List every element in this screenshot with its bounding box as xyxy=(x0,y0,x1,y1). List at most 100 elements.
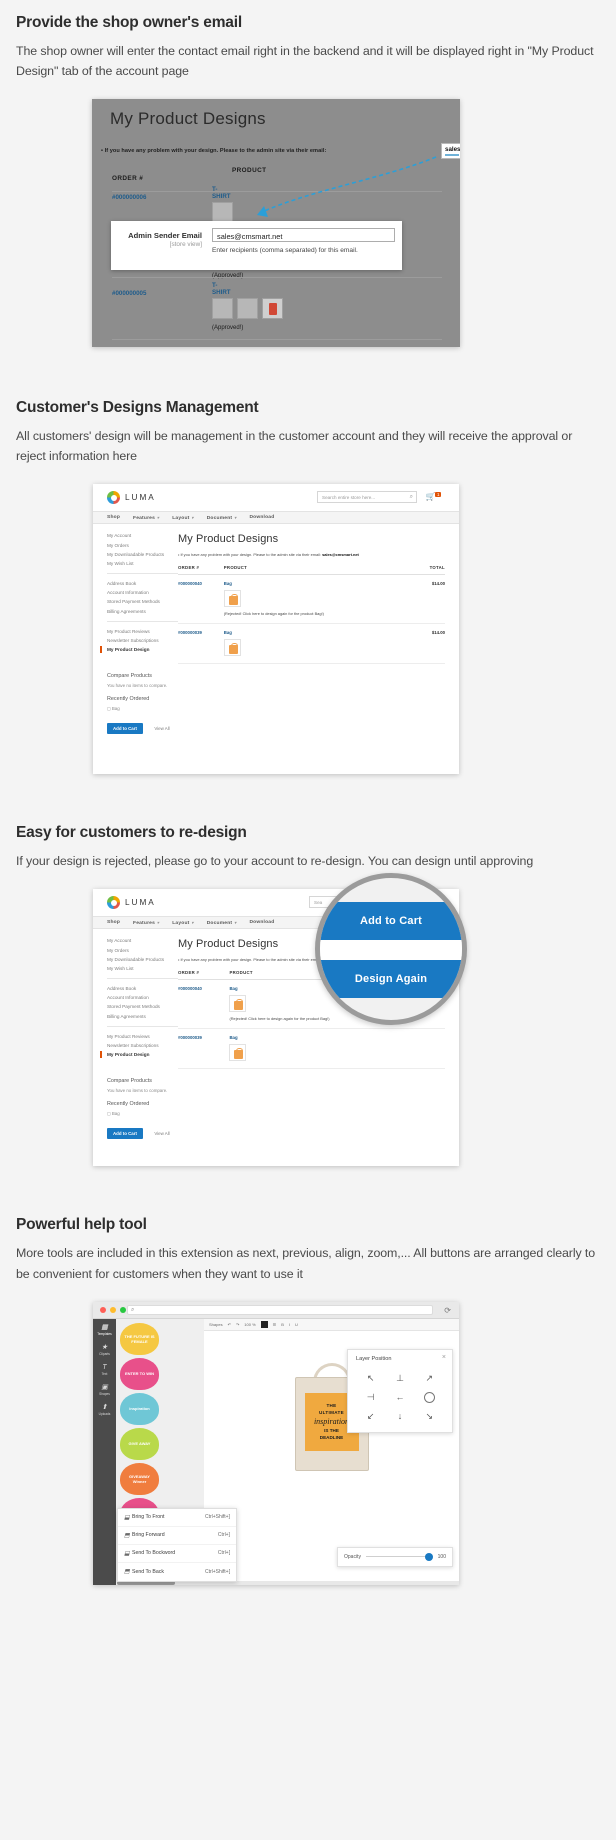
rail-item-shapes[interactable]: ▣ Shapes xyxy=(99,1383,110,1396)
maximize-icon[interactable] xyxy=(120,1307,126,1314)
rail-item-templates[interactable]: ▦ Templates xyxy=(97,1323,112,1336)
sidebar-item-address-book[interactable]: Address Book xyxy=(107,581,178,586)
search-input[interactable]: Search entire store here... xyxy=(317,491,417,504)
sidebar-item-downloadable[interactable]: My Downloadable Products xyxy=(107,552,178,557)
shot1-row1-order[interactable]: #000000006 xyxy=(112,194,146,201)
align-top-center-icon[interactable]: ⊥ xyxy=(396,1373,404,1384)
sidebar-item-newsletter[interactable]: Newsletter Subscriptions xyxy=(107,1043,178,1048)
nav-item-layout[interactable]: Layout ▾ xyxy=(172,515,193,521)
row-product[interactable]: Bag xyxy=(224,630,232,635)
undo-icon[interactable]: ↶ xyxy=(228,1322,231,1327)
nav-item-features[interactable]: Features ▾ xyxy=(133,515,159,521)
nav-item-download[interactable]: Download xyxy=(249,515,274,520)
sidebar-item-billing-agreements[interactable]: Billing Agreements xyxy=(107,609,178,614)
sidebar-item-wishlist[interactable]: My Wish List xyxy=(107,966,178,971)
opacity-slider-knob[interactable] xyxy=(424,1552,433,1561)
row-order[interactable]: #000000039 xyxy=(178,1028,230,1070)
rail-item-text[interactable]: T Text xyxy=(102,1363,108,1376)
search-icon[interactable]: ⌕ xyxy=(410,494,413,501)
sidebar-item-address-book[interactable]: Address Book xyxy=(107,986,178,991)
clipart-item[interactable]: GIVE AWAY xyxy=(120,1427,159,1460)
sidebar-item-payment-methods[interactable]: Stored Payment Methods xyxy=(107,1004,178,1009)
align-top-left-icon[interactable]: ↖ xyxy=(367,1373,375,1384)
add-to-cart-button[interactable]: Add to Cart xyxy=(107,723,143,735)
align-left-icon[interactable]: ☰ xyxy=(273,1322,277,1327)
clipart-item[interactable]: ENTER TO WIN xyxy=(120,1357,159,1390)
align-top-right-icon[interactable]: ↗ xyxy=(426,1373,434,1384)
sidebar-item-account-info[interactable]: Account Information xyxy=(107,995,178,1000)
design-canvas[interactable]: Shapes ↶ ↷ 100 % ☰ B I U THE ULTIMATE in… xyxy=(204,1318,459,1585)
sidebar-item-my-product-design[interactable]: My Product Design xyxy=(100,645,178,653)
sidebar-item-account-info[interactable]: Account Information xyxy=(107,590,178,595)
italic-icon[interactable]: I xyxy=(289,1322,290,1327)
design-thumbnail[interactable] xyxy=(223,639,241,657)
menu-item-bring-to-front[interactable]: ⬓ Bring To Front Ctrl+Shift+] xyxy=(118,1509,236,1527)
add-to-cart-button[interactable]: Add to Cart xyxy=(107,1128,143,1140)
nav-item-features[interactable]: Features ▾ xyxy=(133,920,159,926)
nav-item-shop[interactable]: Shop xyxy=(107,515,120,520)
toolbar-shapes-label[interactable]: Shapes xyxy=(209,1322,223,1327)
design-thumbnail[interactable] xyxy=(229,995,247,1013)
menu-item-send-backward[interactable]: ⬓ Send To Bockword Ctrl+[ xyxy=(118,1545,236,1563)
sidebar-item-product-reviews[interactable]: My Product Reviews xyxy=(107,1034,178,1039)
minimize-icon[interactable] xyxy=(110,1307,116,1314)
bold-icon[interactable]: B xyxy=(281,1322,284,1327)
admin-sender-email-input[interactable]: sales@cmsmart.net xyxy=(212,228,395,243)
nav-item-layout[interactable]: Layout ▾ xyxy=(172,920,193,926)
clipart-item[interactable]: inspiration xyxy=(120,1392,159,1425)
nav-item-shop[interactable]: Shop xyxy=(107,920,120,925)
close-icon[interactable]: × xyxy=(442,1354,446,1361)
shot1-row2-order[interactable]: #000000005 xyxy=(112,290,146,297)
shot1-row2-product[interactable]: T-SHIRT xyxy=(212,282,231,296)
design-thumbnail[interactable] xyxy=(223,590,241,608)
sidebar-item-my-orders[interactable]: My Orders xyxy=(107,948,178,953)
clipart-item[interactable]: GIVEAWAY Winner xyxy=(120,1462,159,1495)
view-all-link[interactable]: View All xyxy=(154,726,169,731)
close-icon[interactable] xyxy=(100,1307,106,1314)
sidebar-item-my-account[interactable]: My Account xyxy=(107,938,178,943)
cart-button[interactable]: 🛒 1 xyxy=(426,492,441,501)
nav-item-document[interactable]: Document ▾ xyxy=(207,515,237,521)
align-bottom-center-icon[interactable]: ↓ xyxy=(398,1411,403,1421)
align-left-icon[interactable]: ← xyxy=(395,1392,404,1402)
sidebar-item-wishlist[interactable]: My Wish List xyxy=(107,561,178,566)
magnified-add-to-cart-button[interactable]: Add to Cart xyxy=(320,902,462,941)
sidebar-item-billing-agreements[interactable]: Billing Agreements xyxy=(107,1014,178,1019)
row-order[interactable]: #000000039 xyxy=(178,623,224,665)
view-all-link[interactable]: View All xyxy=(154,1131,169,1136)
align-middle-left-icon[interactable]: ⊣ xyxy=(367,1392,375,1403)
sidebar-item-product-reviews[interactable]: My Product Reviews xyxy=(107,629,178,634)
color-swatch[interactable] xyxy=(260,1320,268,1328)
clipart-item[interactable]: THE FUTURE IS FEMALE xyxy=(120,1322,159,1355)
design-thumbnail[interactable] xyxy=(237,298,258,320)
nav-item-download[interactable]: Download xyxy=(249,920,274,925)
sidebar-item-newsletter[interactable]: Newsletter Subscriptions xyxy=(107,638,178,643)
sidebar-item-my-product-design[interactable]: My Product Design xyxy=(100,1050,178,1058)
sidebar-item-my-account[interactable]: My Account xyxy=(107,533,178,538)
luma-logo[interactable]: LUMA xyxy=(107,896,156,910)
sidebar-item-my-orders[interactable]: My Orders xyxy=(107,543,178,548)
align-center-icon[interactable] xyxy=(423,1391,435,1403)
rail-item-uploads[interactable]: ⬆ Uploads xyxy=(99,1403,111,1416)
design-thumbnail[interactable] xyxy=(262,298,283,320)
magnified-design-again-button[interactable]: Design Again xyxy=(320,960,462,999)
align-bottom-right-icon[interactable]: ↘ xyxy=(426,1411,434,1422)
row-product[interactable]: Bag xyxy=(229,986,237,991)
row-product[interactable]: Bag xyxy=(229,1035,237,1040)
row-product[interactable]: Bag xyxy=(224,581,232,586)
address-bar[interactable] xyxy=(127,1305,433,1316)
design-thumbnail[interactable] xyxy=(229,1044,247,1062)
row-order[interactable]: #000000040 xyxy=(178,574,224,625)
sidebar-item-payment-methods[interactable]: Stored Payment Methods xyxy=(107,599,178,604)
align-bottom-left-icon[interactable]: ↙ xyxy=(367,1411,375,1422)
menu-item-bring-forward[interactable]: ⬒ Bring Forward Ctrl+] xyxy=(118,1527,236,1545)
redo-icon[interactable]: ↷ xyxy=(236,1322,239,1327)
nav-item-document[interactable]: Document ▾ xyxy=(207,920,237,926)
opacity-slider[interactable] xyxy=(365,1552,433,1561)
sidebar-item-downloadable[interactable]: My Downloadable Products xyxy=(107,957,178,962)
design-thumbnail[interactable] xyxy=(212,298,233,320)
zoom-level[interactable]: 100 % xyxy=(244,1322,255,1327)
menu-item-send-to-back[interactable]: ⬒ Send To Back Ctrl+Shift+[ xyxy=(118,1563,236,1581)
rail-item-cliparts[interactable]: ★ Cliparts xyxy=(99,1343,110,1356)
luma-logo[interactable]: LUMA xyxy=(107,491,156,505)
